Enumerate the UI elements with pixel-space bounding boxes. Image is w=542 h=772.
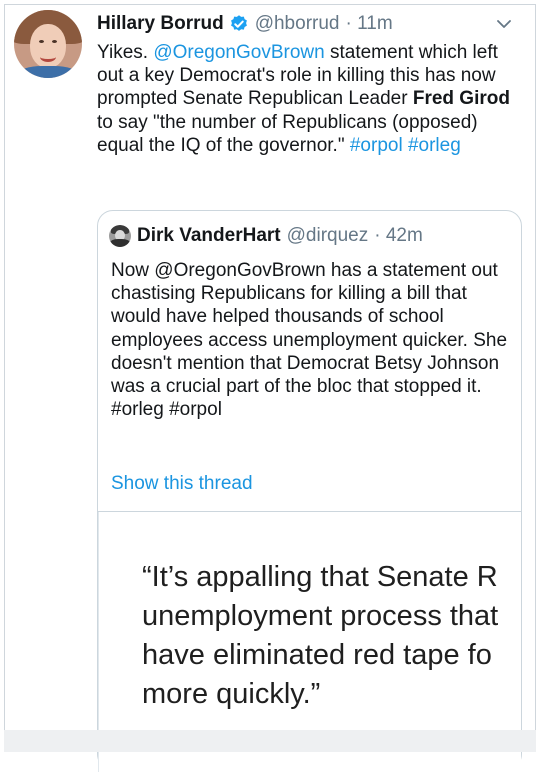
author-handle[interactable]: @hborrud — [255, 13, 340, 35]
bottom-bar — [4, 730, 536, 752]
quoted-header: Dirk VanderHart @dirquez · 42m — [109, 223, 423, 249]
timestamp[interactable]: · 11m — [345, 13, 392, 35]
tweet-text: Yikes. @OregonGovBrown statement which l… — [97, 41, 522, 157]
bold-name: Fred Girod — [412, 88, 510, 110]
avatar-eye — [52, 40, 57, 43]
avatar-shirt — [18, 66, 78, 78]
quoted-tweet[interactable]: Dirk VanderHart @dirquez · 42m Now @Oreg… — [97, 210, 522, 772]
media-line: more quickly.” — [142, 678, 321, 710]
author-name[interactable]: Hillary Borrud — [97, 13, 224, 35]
quoted-avatar — [109, 225, 131, 247]
tweet-header: Hillary Borrud @hborrud · 11m — [97, 10, 393, 38]
verified-badge-icon — [230, 15, 247, 31]
avatar-smile — [40, 52, 56, 62]
tweet-text-part: Yikes. — [97, 42, 154, 63]
quoted-timestamp: · 42m — [374, 225, 423, 246]
media-line: “It’s appalling that Senate R — [142, 561, 498, 593]
quoted-author-handle: @dirquez — [286, 225, 369, 246]
hashtag-link[interactable]: #orpol — [350, 135, 403, 156]
avatar[interactable] — [14, 10, 82, 78]
quoted-text: Now @OregonGovBrown has a statement out … — [111, 260, 508, 421]
mention-link[interactable]: @OregonGovBrown — [153, 42, 324, 63]
media-line: unemployment process that — [142, 600, 499, 632]
chevron-down-icon[interactable] — [496, 16, 512, 32]
media-quote-text: “It’s appalling that Senate R unemployme… — [142, 558, 521, 714]
quoted-author-name: Dirk VanderHart — [137, 225, 281, 246]
media-line: have eliminated red tape fo — [142, 639, 492, 671]
quoted-avatar-shirt — [110, 239, 130, 247]
show-thread-link[interactable]: Show this thread — [111, 473, 253, 495]
hashtag-link[interactable]: #orleg — [408, 135, 461, 156]
avatar-eye — [39, 40, 44, 43]
